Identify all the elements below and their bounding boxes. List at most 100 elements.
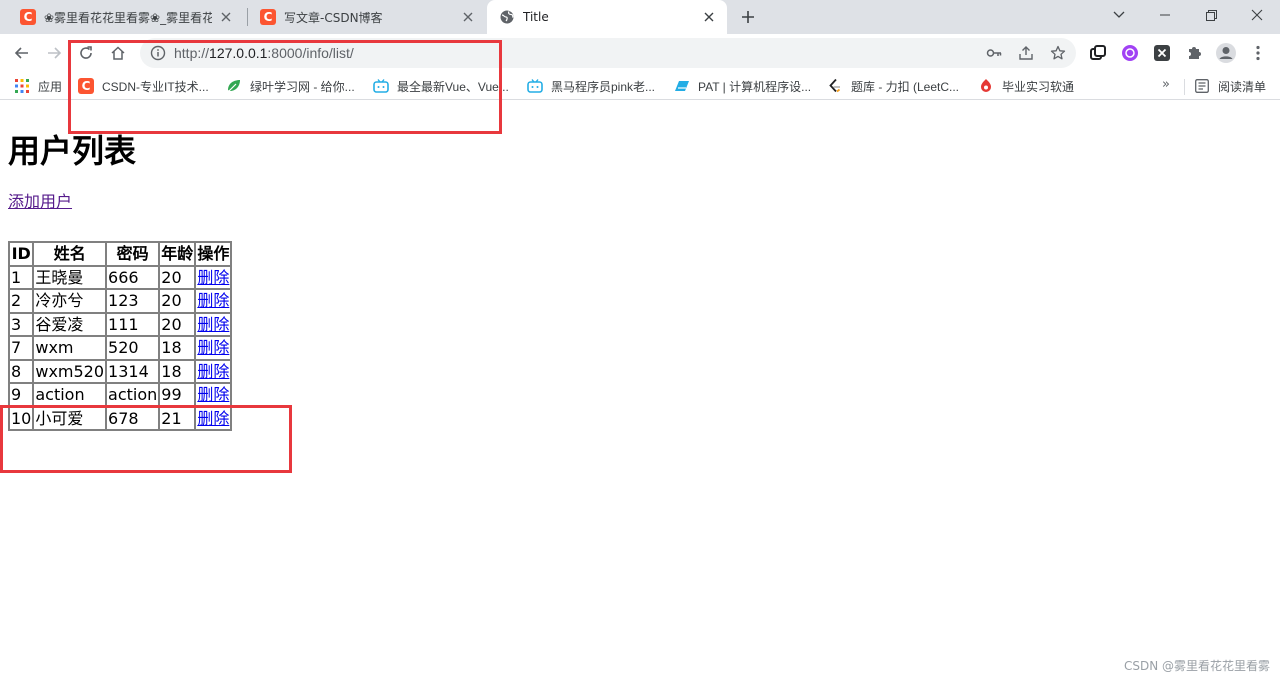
tab-title: ❀雾里看花花里看雾❀_雾里看花 bbox=[44, 10, 212, 25]
plus-icon bbox=[742, 11, 754, 23]
cell-password: action bbox=[106, 383, 160, 407]
delete-link[interactable]: 删除 bbox=[197, 362, 229, 381]
tab-csdn-profile[interactable]: C ❀雾里看花花里看雾❀_雾里看花 bbox=[8, 0, 244, 34]
tab-title-active[interactable]: Title bbox=[487, 0, 727, 34]
bookmark-leetcode[interactable]: 题库 - 力扣 (LeetC... bbox=[827, 77, 959, 95]
star-icon[interactable] bbox=[1050, 45, 1066, 61]
cell-age: 18 bbox=[159, 359, 196, 383]
new-tab-button[interactable] bbox=[736, 5, 760, 29]
close-icon[interactable] bbox=[701, 9, 717, 25]
minimize-button[interactable] bbox=[1142, 0, 1188, 30]
delete-link[interactable]: 删除 bbox=[197, 291, 229, 310]
puzzle-icon bbox=[1189, 47, 1201, 59]
cell-age: 99 bbox=[159, 383, 196, 407]
cell-password: 666 bbox=[106, 265, 160, 289]
column-header-password: 密码 bbox=[106, 242, 160, 266]
reading-list-button[interactable]: 阅读清单 bbox=[1194, 77, 1266, 95]
extension-button[interactable] bbox=[1148, 39, 1176, 67]
cell-password: 1314 bbox=[106, 359, 160, 383]
cell-id: 2 bbox=[9, 289, 34, 313]
cell-action: 删除 bbox=[195, 289, 232, 313]
csdn-icon: C bbox=[20, 9, 36, 25]
x-extension-icon bbox=[1154, 45, 1170, 61]
column-header-name: 姓名 bbox=[33, 242, 107, 266]
cell-name: 王晓曼 bbox=[33, 265, 107, 289]
cell-age: 20 bbox=[159, 265, 196, 289]
table-row: 2 冷亦兮 123 20 删除 bbox=[9, 289, 232, 313]
bilibili-icon bbox=[527, 78, 543, 94]
column-header-age: 年龄 bbox=[159, 242, 196, 266]
bookmark-label: 应用 bbox=[38, 79, 63, 94]
bookmark-isoftstone[interactable]: 毕业实习软通 bbox=[978, 77, 1074, 95]
cell-id: 7 bbox=[9, 336, 34, 360]
tab-search-button[interactable] bbox=[1096, 0, 1142, 30]
column-header-id: ID bbox=[9, 242, 34, 266]
share-icon[interactable] bbox=[1018, 45, 1034, 61]
leetcode-icon bbox=[827, 78, 843, 94]
chevron-down-icon bbox=[1113, 11, 1125, 18]
cell-name: 谷爱凌 bbox=[33, 312, 107, 336]
back-button[interactable] bbox=[8, 39, 36, 67]
close-icon[interactable] bbox=[460, 9, 476, 25]
menu-button[interactable] bbox=[1244, 39, 1272, 67]
tab-title: Title bbox=[523, 10, 549, 24]
close-window-button[interactable] bbox=[1234, 0, 1280, 30]
delete-link[interactable]: 删除 bbox=[197, 315, 229, 334]
tab-csdn-write[interactable]: C 写文章-CSDN博客 bbox=[248, 0, 486, 34]
table-row: 7 wxm 520 18 删除 bbox=[9, 336, 232, 360]
tab-strip: C ❀雾里看花花里看雾❀_雾里看花 C 写文章-CSDN博客 Title bbox=[0, 0, 1280, 34]
profile-button[interactable] bbox=[1212, 39, 1240, 67]
bookmark-pat[interactable]: PAT | 计算机程序设... bbox=[674, 77, 811, 95]
table-row: 8 wxm520 1314 18 删除 bbox=[9, 359, 232, 383]
extension-button[interactable] bbox=[1084, 39, 1112, 67]
cell-password: 520 bbox=[106, 336, 160, 360]
cell-action: 删除 bbox=[195, 336, 232, 360]
page-content: 用户列表 添加用户 ID 姓名 密码 年龄 操作 1 王晓曼 666 20 删除… bbox=[0, 101, 1280, 680]
tab-title: 写文章-CSDN博客 bbox=[284, 10, 383, 25]
bookmark-heima[interactable]: 黑马程序员pink老... bbox=[527, 77, 655, 95]
bookmark-label: 黑马程序员pink老... bbox=[551, 79, 656, 94]
page-title: 用户列表 bbox=[8, 132, 137, 170]
table-row: 9 action action 99 删除 bbox=[9, 383, 232, 407]
cell-name: 冷亦兮 bbox=[33, 289, 107, 313]
delete-link[interactable]: 删除 bbox=[197, 338, 229, 357]
watermark: CSDN @雾里看花花里看雾 bbox=[1123, 659, 1270, 673]
delete-link[interactable]: 删除 bbox=[197, 268, 229, 287]
pat-icon bbox=[674, 78, 690, 94]
extensions-button[interactable] bbox=[1180, 39, 1208, 67]
forward-button[interactable] bbox=[40, 39, 68, 67]
key-icon[interactable] bbox=[986, 45, 1002, 61]
close-icon[interactable] bbox=[218, 9, 234, 25]
globe-icon bbox=[499, 9, 515, 25]
cell-id: 8 bbox=[9, 359, 34, 383]
restore-icon bbox=[1205, 9, 1217, 21]
arrow-left-icon bbox=[14, 47, 28, 59]
bookmarks-overflow-button[interactable]: » bbox=[1162, 77, 1170, 92]
bookmark-label: PAT | 计算机程序设... bbox=[698, 79, 812, 94]
cell-id: 1 bbox=[9, 265, 34, 289]
add-user-link[interactable]: 添加用户 bbox=[8, 192, 72, 212]
cell-name: action bbox=[33, 383, 107, 407]
cell-action: 删除 bbox=[195, 383, 232, 407]
table-header-row: ID 姓名 密码 年龄 操作 bbox=[9, 242, 232, 266]
delete-link[interactable]: 删除 bbox=[197, 385, 229, 404]
extension-button[interactable] bbox=[1116, 39, 1144, 67]
purple-extension-icon bbox=[1122, 45, 1138, 61]
avatar-icon bbox=[1216, 43, 1236, 63]
bookmark-label: 题库 - 力扣 (LeetC... bbox=[851, 79, 960, 94]
bookmark-apps[interactable]: 应用 bbox=[14, 77, 62, 95]
annotation-box-url bbox=[68, 40, 502, 134]
bookmark-label: 毕业实习软通 bbox=[1002, 79, 1075, 94]
bookmarks-divider bbox=[1184, 79, 1185, 95]
cell-age: 20 bbox=[159, 289, 196, 313]
kebab-menu-icon bbox=[1256, 45, 1260, 61]
cell-action: 删除 bbox=[195, 265, 232, 289]
apps-grid-icon bbox=[14, 78, 30, 94]
cell-password: 111 bbox=[106, 312, 160, 336]
column-header-action: 操作 bbox=[195, 242, 232, 266]
cell-id: 3 bbox=[9, 312, 34, 336]
cell-age: 20 bbox=[159, 312, 196, 336]
table-row: 3 谷爱凌 111 20 删除 bbox=[9, 312, 232, 336]
close-icon bbox=[1251, 9, 1263, 21]
restore-button[interactable] bbox=[1188, 0, 1234, 30]
